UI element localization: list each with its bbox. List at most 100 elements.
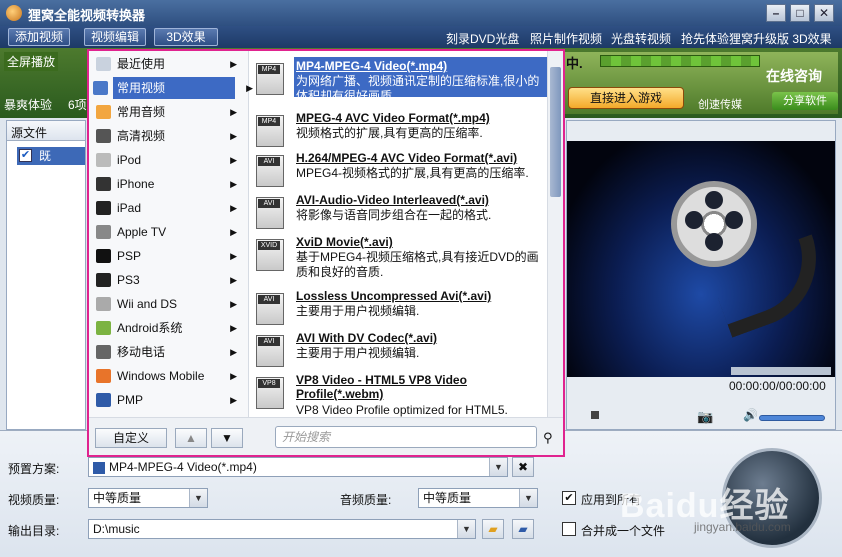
- maximize-button[interactable]: □: [790, 4, 810, 22]
- pmp-icon: [96, 393, 111, 407]
- 3d-effect-button[interactable]: 3D效果: [154, 28, 218, 46]
- category-item[interactable]: iPad ▶: [91, 197, 245, 219]
- merge-checkbox[interactable]: [562, 522, 576, 536]
- arrow-down-icon: ▼: [221, 431, 233, 445]
- category-item[interactable]: PS3 ▶: [91, 269, 245, 291]
- format-description: 视频格式的扩展,具有更高的压缩率.: [296, 126, 483, 140]
- video-file-icon: XVID: [256, 239, 284, 271]
- category-item[interactable]: iPod ▶: [91, 149, 245, 171]
- move-up-button[interactable]: ▲: [175, 428, 207, 448]
- category-item[interactable]: 移动电话 ▶: [91, 341, 245, 363]
- format-search-input[interactable]: 开始搜索: [275, 426, 537, 448]
- video-quality-select[interactable]: 中等质量 ▼: [88, 488, 208, 508]
- volume-slider[interactable]: [759, 415, 825, 421]
- apply-all-checkbox[interactable]: ✔: [562, 491, 576, 505]
- chevron-down-icon[interactable]: ▼: [519, 489, 537, 507]
- disc-to-video-link[interactable]: 光盘转视频: [611, 30, 671, 47]
- format-description: 主要用于用户视频编辑.: [296, 346, 420, 360]
- category-item[interactable]: Android系统 ▶: [91, 317, 245, 339]
- fullscreen-play-label[interactable]: 全屏播放: [4, 52, 59, 71]
- clapper-icon: [93, 461, 105, 474]
- minimize-button[interactable]: –: [766, 4, 786, 22]
- browse-folder-button[interactable]: ▰: [482, 519, 504, 539]
- format-item[interactable]: AVI AVI With DV Codec(*.avi) 主要用于用户视频编辑.: [256, 331, 546, 375]
- chevron-right-icon: ▶: [230, 227, 237, 237]
- format-item[interactable]: AVI Lossless Uncompressed Avi(*.avi) 主要用于用…: [256, 289, 546, 333]
- scrollbar-thumb[interactable]: [550, 67, 561, 197]
- windows-icon: [96, 369, 111, 383]
- upgrade-3d-link[interactable]: 抢先体验狸窝升级版 3D效果: [681, 30, 832, 47]
- chevron-right-icon: ▶: [230, 131, 237, 141]
- format-title[interactable]: MPEG-4 AVC Video Format(*.mp4): [296, 111, 490, 125]
- format-title[interactable]: MP4-MPEG-4 Video(*.mp4): [296, 59, 447, 73]
- folder-icon: ▰: [488, 522, 498, 536]
- category-item[interactable]: PMP ▶: [91, 389, 245, 411]
- online-consult-link[interactable]: 在线咨询: [766, 66, 822, 86]
- audio-quality-value: 中等质量: [423, 491, 472, 505]
- preset-select[interactable]: MP4-MPEG-4 Video(*.mp4) ▼: [88, 457, 508, 477]
- format-item[interactable]: MP4 MP4-MPEG-4 Video(*.mp4) 为网络广播、视频通讯定制的压…: [256, 57, 547, 103]
- category-item[interactable]: PSP ▶: [91, 245, 245, 267]
- format-title[interactable]: XviD Movie(*.avi): [296, 235, 393, 249]
- format-item[interactable]: AVI AVI-Audio-Video Interleaved(*.avi) 将影像…: [256, 193, 546, 237]
- format-item[interactable]: VP8 VP8 Video - HTML5 VP8 Video Profile(*…: [256, 373, 546, 417]
- format-tag: AVI: [258, 199, 280, 208]
- custom-button[interactable]: 自定义: [95, 428, 167, 448]
- app-logo-icon: [6, 5, 22, 21]
- format-title[interactable]: AVI With DV Codec(*.avi): [296, 331, 437, 345]
- close-button[interactable]: ✕: [814, 4, 834, 22]
- move-down-button[interactable]: ▼: [211, 428, 243, 448]
- playback-progress-bar[interactable]: [731, 367, 831, 375]
- burn-dvd-link[interactable]: 刻录DVD光盘: [446, 30, 519, 47]
- wrench-icon: ✖: [517, 460, 529, 474]
- wii-icon: [96, 297, 111, 311]
- category-item[interactable]: Apple TV ▶: [91, 221, 245, 243]
- photo-video-link[interactable]: 照片制作视频: [530, 30, 602, 47]
- volume-icon[interactable]: 🔊: [743, 408, 758, 422]
- open-folder-icon: ▰: [518, 522, 528, 536]
- category-label: 常用音频: [117, 105, 166, 119]
- chevron-down-icon[interactable]: ▼: [457, 520, 475, 538]
- category-item[interactable]: iPhone ▶: [91, 173, 245, 195]
- category-item[interactable]: Windows Mobile ▶: [91, 365, 245, 387]
- add-video-button[interactable]: 添加视频: [8, 28, 70, 46]
- category-label: iPad: [117, 201, 142, 215]
- category-item[interactable]: 常用视频 ▶: [93, 77, 253, 99]
- video-quality-value: 中等质量: [93, 491, 142, 505]
- format-item[interactable]: XVID XviD Movie(*.avi) 基于MPEG4-视频压缩格式,具有接近…: [256, 235, 546, 279]
- video-file-icon: AVI: [256, 293, 284, 325]
- format-tag: AVI: [258, 337, 280, 346]
- clapper-icon: [93, 81, 108, 95]
- format-title[interactable]: Lossless Uncompressed Avi(*.avi): [296, 289, 491, 303]
- category-label: 最近使用: [117, 57, 166, 71]
- ad-zhong-text: 中.: [566, 56, 583, 71]
- format-title[interactable]: AVI-Audio-Video Interleaved(*.avi): [296, 193, 489, 207]
- share-software-button[interactable]: 分享软件: [772, 92, 838, 110]
- enter-game-button[interactable]: 直接进入游戏: [568, 87, 684, 109]
- audio-quality-select[interactable]: 中等质量 ▼: [418, 488, 538, 508]
- category-label: PSP: [117, 249, 142, 263]
- format-title[interactable]: VP8 Video - HTML5 VP8 Video Profile(*.we…: [296, 373, 496, 401]
- format-scrollbar[interactable]: [547, 51, 563, 417]
- chevron-down-icon[interactable]: ▼: [489, 458, 507, 476]
- camera-icon[interactable]: 📷: [697, 409, 713, 425]
- chevron-down-icon[interactable]: ▼: [189, 489, 207, 507]
- film-icon: [96, 129, 111, 143]
- format-item[interactable]: AVI H.264/MPEG-4 AVC Video Format(*.avi) M…: [256, 151, 546, 195]
- edit-video-button[interactable]: 视频编辑: [84, 28, 146, 46]
- chevron-right-icon: ▶: [230, 347, 237, 357]
- playback-time: 00:00:00/00:00:00: [729, 379, 826, 393]
- film-reel-icon: [671, 181, 757, 267]
- file-row-checkbox[interactable]: ✔: [19, 149, 32, 162]
- category-item[interactable]: 最近使用 ▶: [91, 53, 245, 75]
- stop-icon[interactable]: [591, 411, 599, 419]
- category-item[interactable]: Wii and DS ▶: [91, 293, 245, 315]
- settings-tools-button[interactable]: ✖: [512, 457, 534, 477]
- category-item[interactable]: 高清视频 ▶: [91, 125, 245, 147]
- category-item[interactable]: 常用音频 ▶: [91, 101, 245, 123]
- format-title[interactable]: H.264/MPEG-4 AVC Video Format(*.avi): [296, 151, 517, 165]
- search-icon[interactable]: ⚲: [543, 430, 553, 446]
- format-item[interactable]: MP4 MPEG-4 AVC Video Format(*.mp4) 视频格式的扩展…: [256, 111, 546, 155]
- open-folder-button[interactable]: ▰: [512, 519, 534, 539]
- output-dir-input[interactable]: D:\music ▼: [88, 519, 476, 539]
